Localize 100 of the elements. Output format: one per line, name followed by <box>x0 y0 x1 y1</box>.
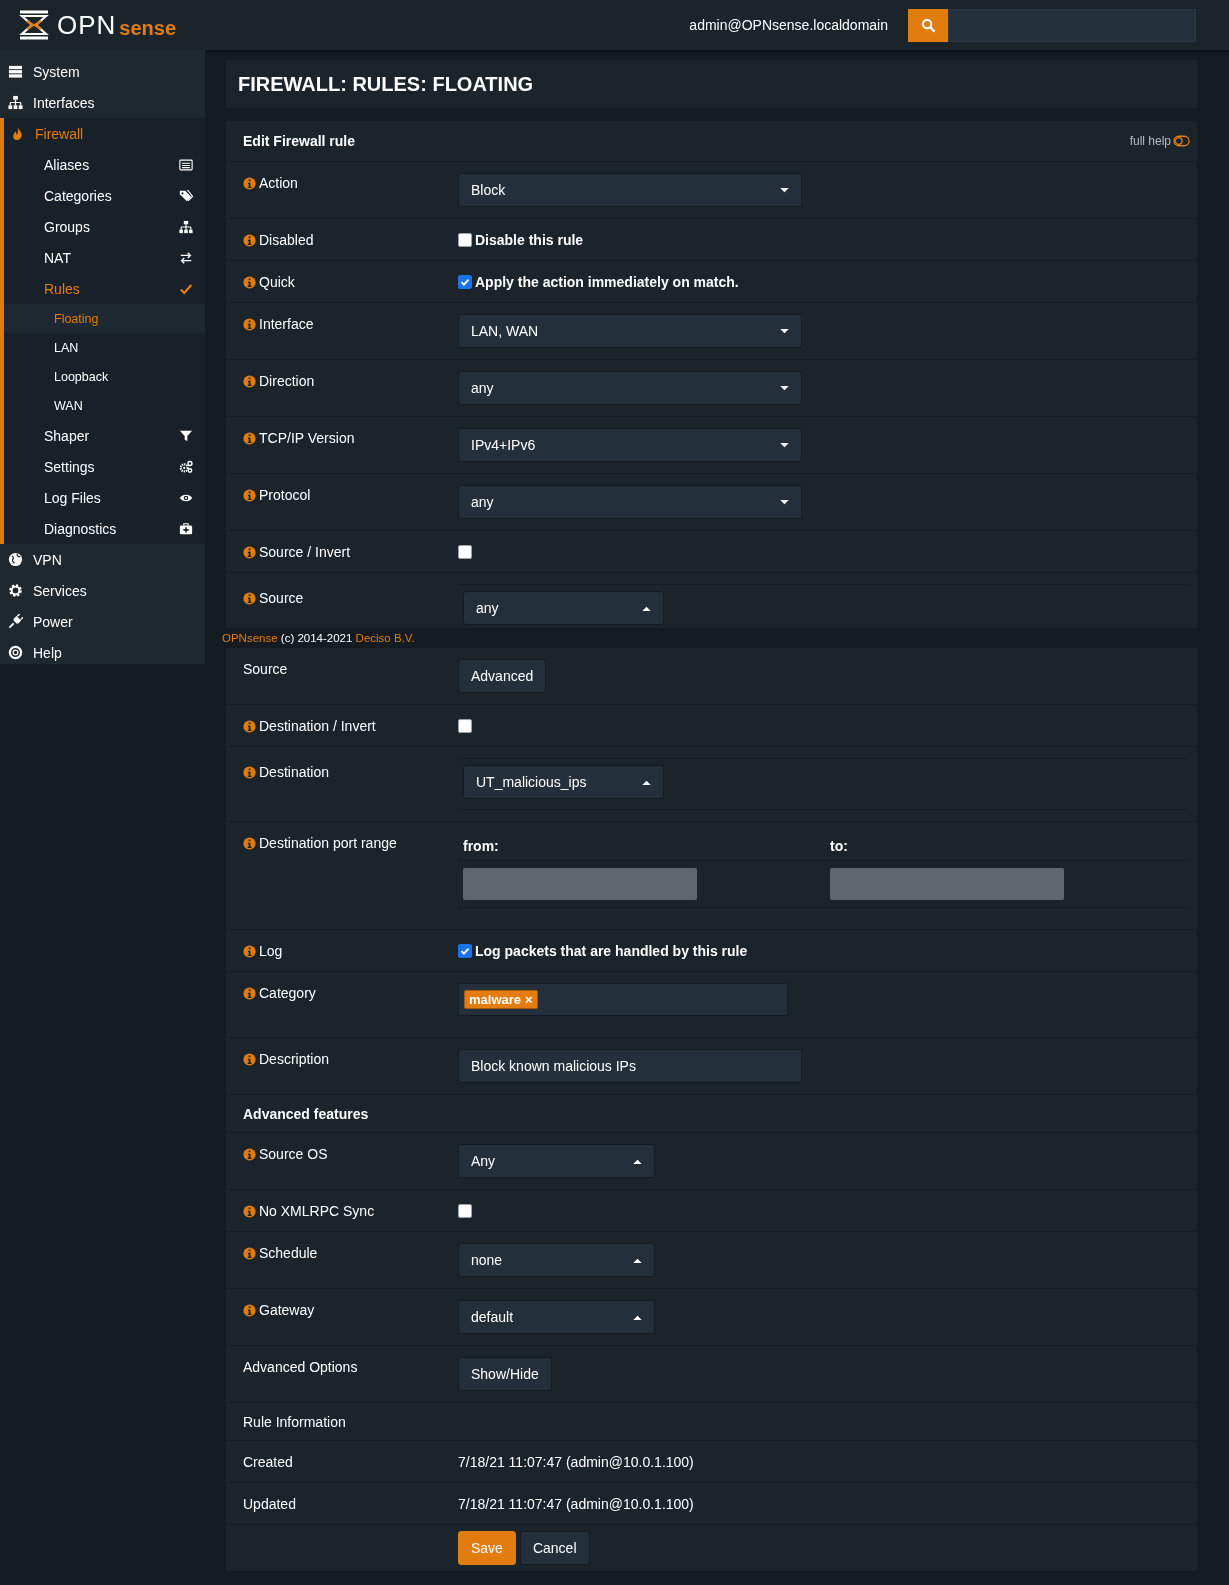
checkbox-label: Disable this rule <box>475 232 584 248</box>
sidebar-item[interactable]: NAT <box>4 242 205 273</box>
form-title: Edit Firewall rule <box>243 133 356 149</box>
field-label: Destination <box>259 764 330 780</box>
checkbox[interactable] <box>458 944 472 958</box>
logo-icon <box>18 10 50 40</box>
check-icon <box>459 945 471 957</box>
sidebar-item[interactable]: Groups <box>4 211 205 242</box>
search-field[interactable] <box>948 8 1196 42</box>
select-field[interactable]: none <box>458 1243 655 1277</box>
checkbox[interactable] <box>458 545 472 559</box>
sidebar-item[interactable]: Help <box>0 637 205 664</box>
input-field[interactable] <box>830 868 1064 900</box>
column-label: to: <box>825 833 1189 861</box>
field-label: Log <box>259 943 283 959</box>
logo-text: OPN <box>57 9 117 41</box>
field-label: Gateway <box>259 1302 315 1318</box>
caret-icon <box>642 779 651 785</box>
caret-icon <box>633 1314 642 1320</box>
cancel-button[interactable]: Cancel <box>519 1531 590 1565</box>
sidebar-item[interactable]: Log Files <box>4 482 205 513</box>
plug-icon <box>8 614 23 629</box>
select-field[interactable]: Block <box>458 173 802 207</box>
button[interactable]: Show/Hide <box>458 1357 552 1391</box>
sidebar-item[interactable]: Aliases <box>4 149 205 180</box>
sidebar-item[interactable]: Shaper <box>4 420 205 451</box>
section-heading: Advanced features <box>243 1106 370 1122</box>
caret-icon <box>780 442 789 448</box>
text-field[interactable]: Block known malicious IPs <box>458 1049 802 1083</box>
field-label: Protocol <box>259 487 311 503</box>
search-button[interactable] <box>908 8 948 42</box>
checkbox[interactable] <box>458 275 472 289</box>
field-label: Destination / Invert <box>259 718 376 734</box>
sidebar-item[interactable]: Services <box>0 575 205 606</box>
field-label: Action <box>259 175 298 191</box>
select-field[interactable]: any <box>463 591 664 625</box>
field-label: Interface <box>259 316 314 332</box>
checkbox-label: Log packets that are handled by this rule <box>475 943 748 959</box>
footer-link[interactable]: OPNsense <box>222 631 278 644</box>
field-label: Created <box>243 1454 293 1470</box>
sidebar-item[interactable]: WAN <box>4 391 205 420</box>
select-field[interactable]: any <box>458 485 802 519</box>
button[interactable]: Advanced <box>458 659 547 693</box>
field-label: TCP/IP Version <box>259 430 355 446</box>
sidebar-item[interactable]: Interfaces <box>0 87 205 118</box>
caret-icon <box>780 187 789 193</box>
medical-kit-icon <box>179 521 193 536</box>
tags-icon <box>179 188 193 203</box>
sidebar-item[interactable]: VPN <box>0 544 205 575</box>
sidebar-item[interactable]: Power <box>0 606 205 637</box>
page-title: FIREWALL: RULES: FLOATING <box>238 72 534 96</box>
field-label: Schedule <box>259 1245 318 1261</box>
sidebar-item[interactable]: System <box>0 56 205 87</box>
caret-icon <box>780 385 789 391</box>
toggle-icon <box>1173 135 1190 147</box>
sidebar-item[interactable]: Firewall <box>0 118 205 149</box>
caret-icon <box>642 605 651 611</box>
field-label: Quick <box>259 274 295 290</box>
checkbox[interactable] <box>458 719 472 733</box>
checkbox-label: Apply the action immediately on match. <box>475 274 739 290</box>
arrows-icon <box>179 250 193 265</box>
column-label: from: <box>458 833 825 861</box>
select-field[interactable]: any <box>458 371 802 405</box>
field-label: Source OS <box>259 1146 328 1162</box>
caret-icon <box>780 499 789 505</box>
tag-chip: malware × <box>464 990 538 1009</box>
sitemap-icon <box>8 95 23 110</box>
caret-icon <box>633 1158 642 1164</box>
field-label: Updated <box>243 1496 296 1512</box>
lifebuoy-icon <box>8 645 23 660</box>
field-label: Category <box>259 985 316 1001</box>
checkbox[interactable] <box>458 233 472 247</box>
server-icon <box>8 64 23 79</box>
sidebar-item[interactable]: Diagnostics <box>4 513 205 544</box>
select-field[interactable]: default <box>458 1300 655 1334</box>
funnel-icon <box>179 428 193 443</box>
check-icon <box>179 281 193 296</box>
field-label: Source <box>243 661 288 677</box>
field-value: 7/18/21 11:07:47 (admin@10.0.1.100) <box>458 1454 694 1470</box>
sidebar-item[interactable]: Loopback <box>4 362 205 391</box>
select-field[interactable]: LAN, WAN <box>458 314 802 348</box>
sidebar-item[interactable]: LAN <box>4 333 205 362</box>
checkbox[interactable] <box>458 1204 472 1218</box>
logo-text: sense <box>119 16 177 40</box>
sidebar-item[interactable]: Categories <box>4 180 205 211</box>
footer-link[interactable]: Deciso B.V. <box>355 631 415 644</box>
select-field[interactable]: UT_malicious_ips <box>463 765 664 799</box>
input-field[interactable] <box>463 868 697 900</box>
field-label: Source <box>259 590 304 606</box>
field-label: Destination port range <box>259 835 397 851</box>
user-name[interactable]: admin@OPNsense.localdomain <box>689 17 888 33</box>
sidebar-item[interactable]: Settings <box>4 451 205 482</box>
field-label: No XMLRPC Sync <box>259 1203 375 1219</box>
sidebar-item[interactable]: Floating <box>4 304 205 333</box>
select-field[interactable]: Any <box>458 1144 655 1178</box>
full-help-toggle[interactable]: full help <box>1129 134 1190 148</box>
field-label: Source / Invert <box>259 544 351 560</box>
sidebar-item[interactable]: Rules <box>4 273 205 304</box>
flame-icon <box>10 126 25 141</box>
select-field[interactable]: IPv4+IPv6 <box>458 428 802 462</box>
